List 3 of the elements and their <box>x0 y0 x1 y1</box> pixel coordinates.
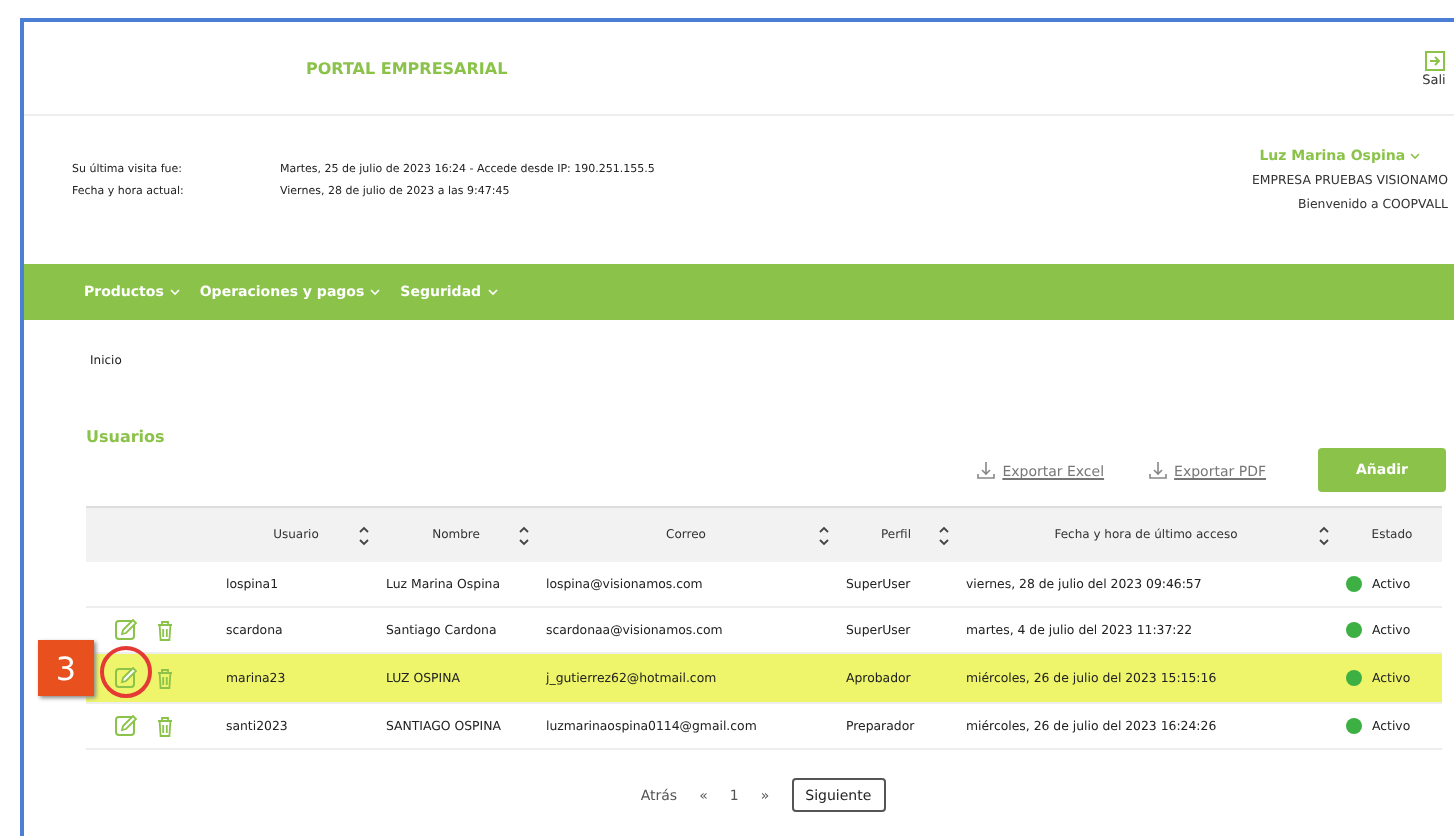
portal-title: PORTAL EMPRESARIAL <box>306 59 510 77</box>
step-badge: 3 <box>38 640 94 696</box>
section-title: Usuarios <box>86 428 165 446</box>
